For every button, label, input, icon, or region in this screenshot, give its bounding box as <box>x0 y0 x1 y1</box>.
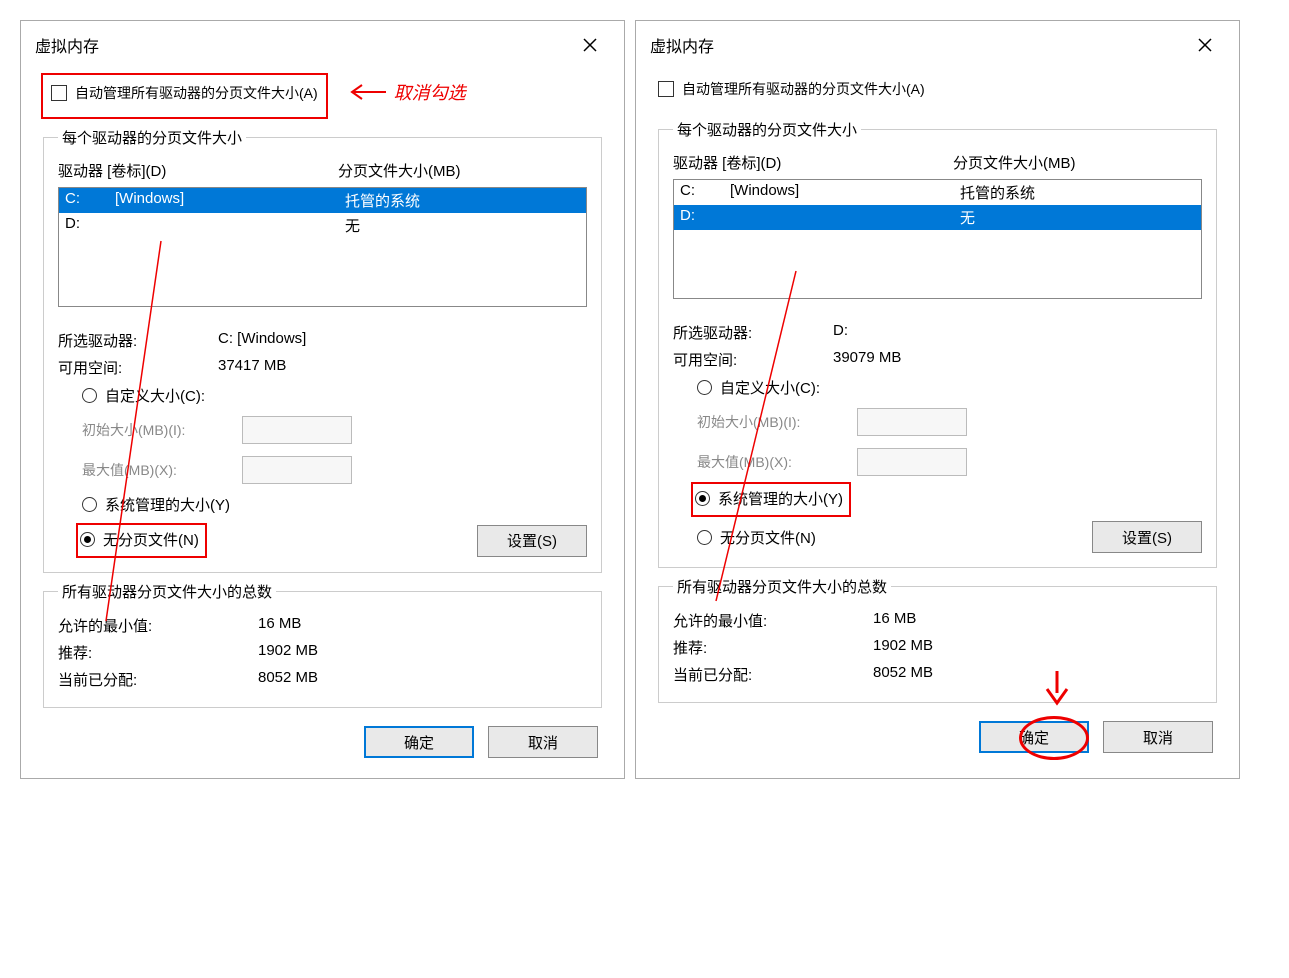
per-drive-group: 每个驱动器的分页文件大小驱动器 [卷标](D)分页文件大小(MB)C:[Wind… <box>43 127 602 573</box>
selected-drive-value: C: [Windows] <box>218 330 306 351</box>
set-button[interactable]: 设置(S) <box>1092 521 1202 553</box>
max-size-input <box>857 448 967 476</box>
cancel-button[interactable]: 取消 <box>488 726 598 758</box>
rec-value: 1902 MB <box>873 637 933 658</box>
close-icon[interactable] <box>570 31 610 59</box>
auto-manage-checkbox[interactable] <box>51 85 67 101</box>
titlebar: 虚拟内存 <box>636 21 1239 63</box>
no-paging-file-radio[interactable] <box>697 530 712 545</box>
min-label: 允许的最小值: <box>58 615 258 636</box>
custom-size-radio[interactable] <box>697 380 712 395</box>
initial-size-input <box>242 416 352 444</box>
min-value: 16 MB <box>258 615 301 636</box>
max-size-label: 最大值(MB)(X): <box>82 460 232 480</box>
totals-group: 所有驱动器分页文件大小的总数允许的最小值:16 MB推荐:1902 MB当前已分… <box>658 576 1217 703</box>
rec-label: 推荐: <box>58 642 258 663</box>
cur-label: 当前已分配: <box>58 669 258 690</box>
auto-manage-label: 自动管理所有驱动器的分页文件大小(A) <box>682 79 925 99</box>
dialog-title: 虚拟内存 <box>650 33 714 57</box>
free-space-value: 39079 MB <box>833 349 901 370</box>
system-managed-radio[interactable] <box>695 491 710 506</box>
set-button[interactable]: 设置(S) <box>477 525 587 557</box>
system-managed-radio[interactable] <box>82 497 97 512</box>
min-value: 16 MB <box>873 610 916 631</box>
close-icon[interactable] <box>1185 31 1225 59</box>
drive-list[interactable]: C:[Windows]托管的系统D:无 <box>58 187 587 307</box>
free-space-label: 可用空间: <box>58 357 218 378</box>
no-paging-file-radio[interactable] <box>80 532 95 547</box>
rec-value: 1902 MB <box>258 642 318 663</box>
drive-list-header: 驱动器 [卷标](D)分页文件大小(MB) <box>58 158 587 187</box>
rec-label: 推荐: <box>673 637 873 658</box>
auto-manage-checkbox[interactable] <box>658 81 674 97</box>
cur-value: 8052 MB <box>873 664 933 685</box>
ok-button[interactable]: 确定 <box>364 726 474 758</box>
annotation-highlight-box: 自动管理所有驱动器的分页文件大小(A) <box>41 73 328 119</box>
selected-drive-value: D: <box>833 322 848 343</box>
annotation-uncheck: 取消勾选 <box>348 79 466 105</box>
virtual-memory-dialog: 虚拟内存自动管理所有驱动器的分页文件大小(A) 取消勾选每个驱动器的分页文件大小驱… <box>20 20 625 779</box>
free-space-value: 37417 MB <box>218 357 286 378</box>
totals-group: 所有驱动器分页文件大小的总数允许的最小值:16 MB推荐:1902 MB当前已分… <box>43 581 602 708</box>
max-size-input <box>242 456 352 484</box>
max-size-label: 最大值(MB)(X): <box>697 452 847 472</box>
cur-label: 当前已分配: <box>673 664 873 685</box>
free-space-label: 可用空间: <box>673 349 833 370</box>
cur-value: 8052 MB <box>258 669 318 690</box>
drive-row[interactable]: C:[Windows]托管的系统 <box>674 180 1201 205</box>
drive-list[interactable]: C:[Windows]托管的系统D:无 <box>673 179 1202 299</box>
drive-list-header: 驱动器 [卷标](D)分页文件大小(MB) <box>673 150 1202 179</box>
virtual-memory-dialog: 虚拟内存自动管理所有驱动器的分页文件大小(A) 每个驱动器的分页文件大小驱动器 [… <box>635 20 1240 779</box>
min-label: 允许的最小值: <box>673 610 873 631</box>
selected-drive-label: 所选驱动器: <box>673 322 833 343</box>
cancel-button[interactable]: 取消 <box>1103 721 1213 753</box>
auto-manage-label: 自动管理所有驱动器的分页文件大小(A) <box>75 83 318 103</box>
custom-size-radio[interactable] <box>82 388 97 403</box>
initial-size-label: 初始大小(MB)(I): <box>82 420 232 440</box>
drive-row[interactable]: D:无 <box>59 213 586 238</box>
dialog-title: 虚拟内存 <box>35 33 99 57</box>
initial-size-input <box>857 408 967 436</box>
selected-drive-label: 所选驱动器: <box>58 330 218 351</box>
initial-size-label: 初始大小(MB)(I): <box>697 412 847 432</box>
titlebar: 虚拟内存 <box>21 21 624 63</box>
annotation-highlight-box: 无分页文件(N) <box>76 523 207 558</box>
drive-row[interactable]: C:[Windows]托管的系统 <box>59 188 586 213</box>
per-drive-legend: 每个驱动器的分页文件大小 <box>58 127 246 148</box>
annotation-highlight-box: 系统管理的大小(Y) <box>691 482 851 517</box>
per-drive-legend: 每个驱动器的分页文件大小 <box>673 119 861 140</box>
ok-button[interactable]: 确定 <box>979 721 1089 753</box>
drive-row[interactable]: D:无 <box>674 205 1201 230</box>
per-drive-group: 每个驱动器的分页文件大小驱动器 [卷标](D)分页文件大小(MB)C:[Wind… <box>658 119 1217 568</box>
